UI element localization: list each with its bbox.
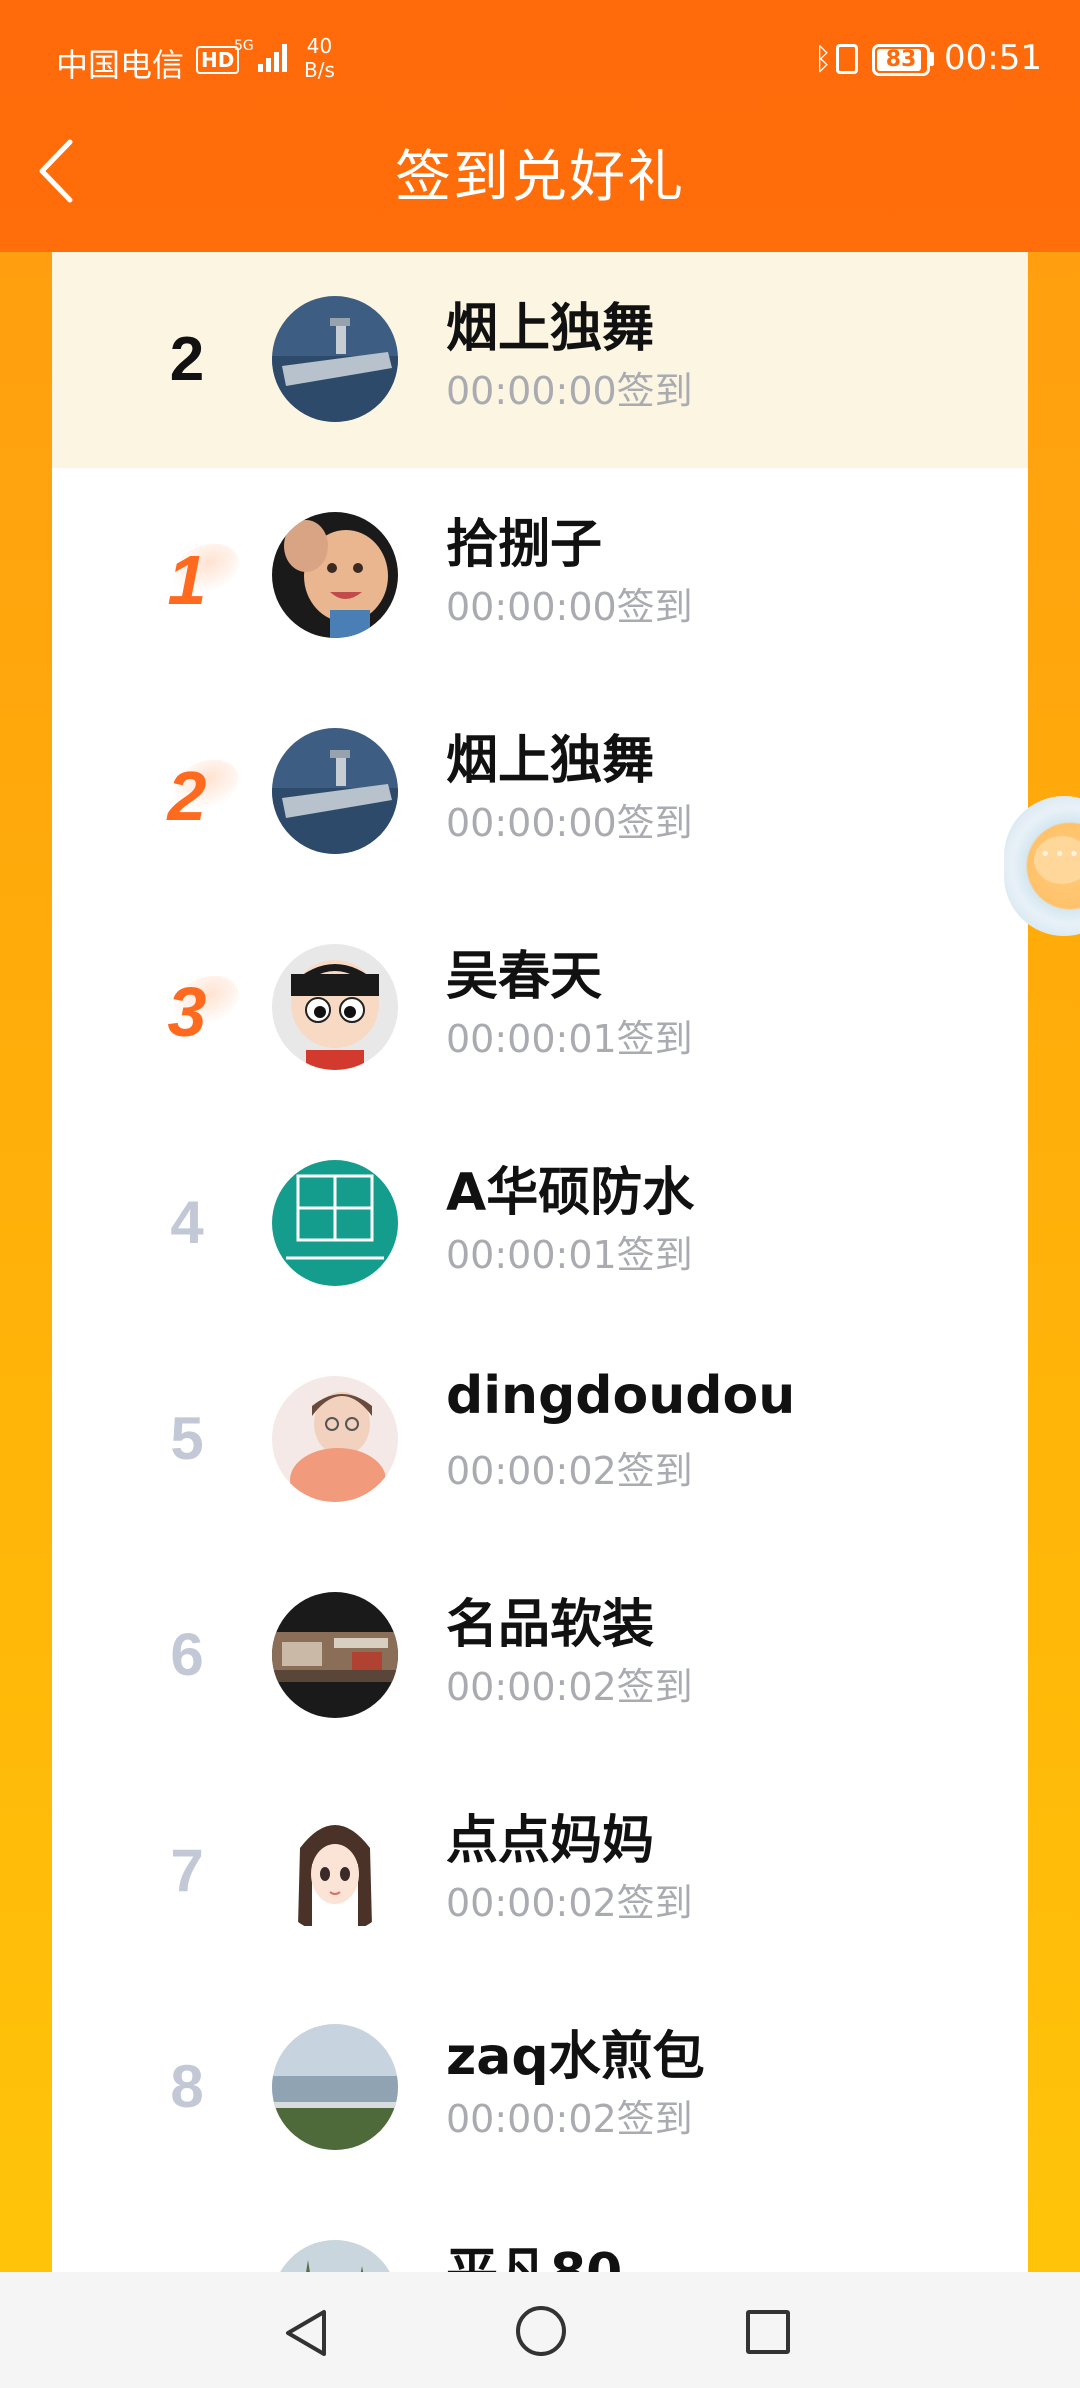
avatar [272, 1808, 398, 1934]
status-bar: 中国电信 HD 5G 40 B/s ᛒ 83 00:51 [0, 0, 1080, 120]
rank-number: 3 [167, 973, 207, 1051]
triangle-back-icon[interactable] [282, 2308, 332, 2358]
rank-number: 6 [170, 1621, 204, 1688]
rank-number: 2 [167, 757, 207, 835]
rank-number: 5 [170, 1405, 204, 1472]
status-time: 00:51 [944, 38, 1042, 78]
avatar [272, 296, 398, 422]
checkin-time: 00:00:02签到 [446, 1881, 693, 1925]
list-item[interactable]: 6 名品软装 00:00:02签到 [52, 1548, 1028, 1764]
network-type: 5G [234, 38, 254, 54]
user-name: 拾捌子 [446, 515, 603, 575]
my-rank-row[interactable]: 2 烟上独舞 00:00:00签到 [52, 252, 1028, 468]
list-item[interactable]: 1 拾捌子 00:00:00签到 [52, 468, 1028, 684]
avatar [272, 1376, 398, 1502]
square-recent-icon[interactable] [746, 2310, 790, 2354]
checkin-time: 00:00:00签到 [446, 585, 693, 629]
list-item[interactable]: 4 A华硕防水 00:00:01签到 [52, 1116, 1028, 1332]
user-name: 吴春天 [446, 947, 603, 1007]
avatar [272, 2240, 398, 2272]
list-item[interactable]: 3 吴春天 00:00:01签到 [52, 900, 1028, 1116]
rank-number: 1 [167, 541, 207, 619]
avatar [272, 1160, 398, 1286]
avatar [272, 512, 398, 638]
user-name: 烟上独舞 [446, 299, 655, 359]
checkin-time: 00:00:01签到 [446, 1017, 693, 1061]
net-speed: 40 B/s [304, 34, 335, 82]
bluetooth-icon: ᛒ [814, 42, 832, 77]
battery-tip [930, 52, 934, 66]
checkin-time: 00:00:02签到 [446, 1449, 693, 1493]
checkin-time: 00:00:00签到 [446, 369, 693, 413]
signal-icon [258, 42, 290, 72]
checkin-time: 00:00:00签到 [446, 801, 693, 845]
net-speed-value: 40 [306, 34, 333, 58]
list-item[interactable]: 9 平凡80 [52, 2196, 1028, 2272]
checkin-time: 00:00:02签到 [446, 1665, 693, 1709]
net-speed-unit: B/s [304, 58, 335, 82]
list-item[interactable]: 7 点点妈妈 00:00:02签到 [52, 1764, 1028, 1980]
avatar [272, 2024, 398, 2150]
page-title: 签到兑好礼 [395, 145, 685, 210]
chat-bubble-inner [1034, 836, 1080, 884]
user-name: 名品软装 [446, 1595, 655, 1655]
leaderboard-card: 2 烟上独舞 00:00:00签到 1 拾捌子 00:00:00签到 2 烟上独… [52, 252, 1028, 2272]
user-name: 平凡80 [446, 2230, 622, 2272]
checkin-time: 00:00:01签到 [446, 1233, 693, 1277]
user-name: A华硕防水 [446, 1163, 695, 1223]
list-item[interactable]: 8 zaq水煎包 00:00:02签到 [52, 1980, 1028, 2196]
user-name: zaq水煎包 [446, 2027, 705, 2087]
rank-number: 7 [170, 1837, 204, 1904]
rank-number: 4 [170, 1189, 204, 1256]
rank-number: 8 [170, 2053, 204, 2120]
checkin-time: 00:00:02签到 [446, 2097, 693, 2141]
circle-home-icon[interactable] [516, 2306, 566, 2356]
system-nav-bar [0, 2272, 1080, 2388]
app-header: 中国电信 HD 5G 40 B/s ᛒ 83 00:51 签到兑好礼 [0, 0, 1080, 252]
hd-badge: HD [196, 46, 240, 74]
list-item[interactable]: 5 dingdoudou 00:00:02签到 [52, 1332, 1028, 1548]
carrier-label: 中国电信 [56, 46, 185, 84]
avatar [272, 1592, 398, 1718]
my-rank-number: 2 [169, 325, 205, 394]
avatar [272, 728, 398, 854]
user-name: 烟上独舞 [446, 731, 655, 791]
vibrate-icon [836, 44, 858, 74]
user-name: dingdoudou [446, 1366, 796, 1426]
avatar [272, 944, 398, 1070]
user-name: 点点妈妈 [446, 1811, 655, 1871]
battery-level: 83 [885, 47, 917, 72]
battery-icon: 83 [872, 44, 930, 76]
list-item[interactable]: 2 烟上独舞 00:00:00签到 [52, 684, 1028, 900]
